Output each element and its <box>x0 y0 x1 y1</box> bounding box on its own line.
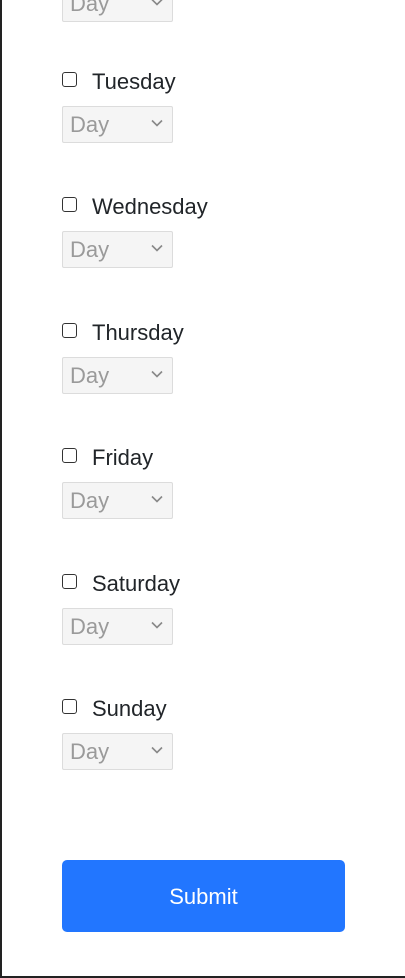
submit-button[interactable]: Submit <box>62 860 345 932</box>
select-sunday[interactable]: Day <box>62 733 173 770</box>
checkbox-wednesday[interactable] <box>62 196 77 212</box>
chevron-down-icon <box>151 746 163 754</box>
page-frame <box>0 0 405 978</box>
day-block-friday: Friday Day <box>62 445 173 519</box>
select-value: Day <box>70 614 110 639</box>
select-tuesday[interactable]: Day <box>62 106 173 143</box>
day-block-saturday: Saturday Day <box>62 571 180 645</box>
select-value: Day <box>70 363 110 388</box>
select-thursday[interactable]: Day <box>62 357 173 394</box>
day-label-friday: Friday <box>92 445 154 470</box>
chevron-down-icon <box>151 244 163 252</box>
checkbox-sunday[interactable] <box>62 698 77 714</box>
chevron-down-icon <box>151 119 163 127</box>
checkbox-friday[interactable] <box>62 447 77 463</box>
checkbox-saturday[interactable] <box>62 573 77 589</box>
select-value: Day <box>70 488 110 513</box>
chevron-down-icon <box>151 0 163 6</box>
day-block-monday: Day <box>62 0 173 22</box>
select-wednesday[interactable]: Day <box>62 231 173 268</box>
chevron-down-icon <box>151 370 163 378</box>
chevron-down-icon <box>151 621 163 629</box>
day-block-wednesday: Wednesday Day <box>62 194 208 268</box>
select-friday[interactable]: Day <box>62 482 173 519</box>
day-block-thursday: Thursday Day <box>62 320 184 394</box>
checkbox-tuesday[interactable] <box>62 71 77 87</box>
day-label-wednesday: Wednesday <box>92 194 208 219</box>
day-label-thursday: Thursday <box>92 320 184 345</box>
day-block-tuesday: Tuesday Day <box>62 69 176 143</box>
select-value: Day <box>70 237 110 262</box>
select-value: Day <box>70 112 110 137</box>
select-value: Day <box>70 0 110 16</box>
day-label-tuesday: Tuesday <box>92 69 176 94</box>
select-saturday[interactable]: Day <box>62 608 173 645</box>
select-monday[interactable]: Day <box>62 0 173 22</box>
chevron-down-icon <box>151 495 163 503</box>
checkbox-thursday[interactable] <box>62 322 77 338</box>
day-block-sunday: Sunday Day <box>62 696 173 770</box>
day-label-saturday: Saturday <box>92 571 181 596</box>
select-value: Day <box>70 739 110 764</box>
day-label-sunday: Sunday <box>92 696 167 721</box>
